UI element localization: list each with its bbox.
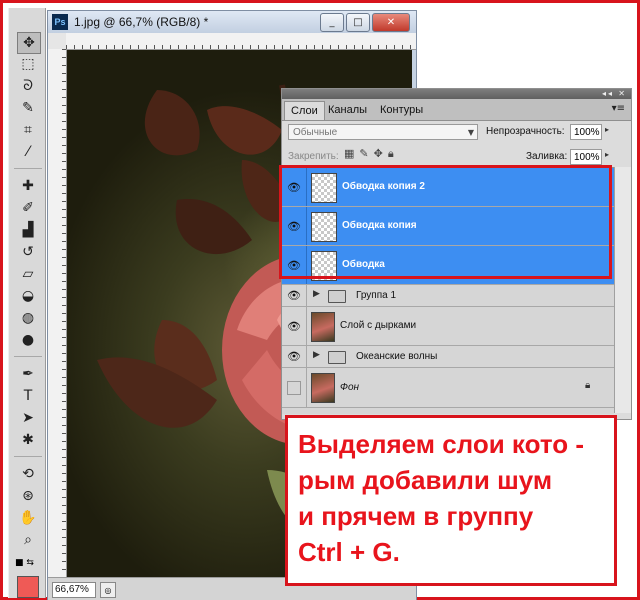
group-row[interactable]: 👁︎ ▶ Океанские волны (282, 346, 614, 368)
blur-tool-icon[interactable]: ◍ (17, 308, 39, 328)
annotation-box: Выделяем слои кото - рым добавили шум и … (285, 415, 617, 586)
panel-collapse-icon[interactable]: ◂◂ ✕ (602, 89, 627, 98)
opacity-field[interactable]: 100% (570, 124, 602, 140)
tools-separator (14, 456, 42, 457)
visibility-toggle-empty[interactable] (282, 368, 307, 407)
tab-layers[interactable]: Слои (284, 101, 325, 120)
fill-field[interactable]: 100% (570, 149, 602, 165)
move-tool-icon[interactable]: ✥ (17, 32, 41, 54)
shape-tool-icon[interactable]: ✱ (17, 430, 39, 450)
blend-mode-value: Обычные (293, 127, 338, 138)
group-name: Группа 1 (356, 290, 397, 301)
fill-slider-arrow-icon[interactable]: ▸ (605, 150, 609, 159)
path-selection-tool-icon[interactable]: ➤ (17, 408, 39, 428)
layer-name: Фон (340, 382, 360, 393)
brush-tool-icon[interactable]: ✐ (17, 198, 39, 218)
3d-orbit-tool-icon[interactable]: ⊛ (17, 486, 39, 506)
tools-panel: ✥ ⬚ ᘐ ✎ ⌗ ⁄ ✚ ✐ ▟ ↺ ▱ ◒ ◍ ● ✒ T ➤ ✱ ⟲ ⊛ … (8, 8, 46, 598)
eye-icon[interactable]: 👁︎ (282, 346, 307, 367)
panel-tabs: Слои Каналы Контуры ▾≡ (282, 99, 631, 121)
lock-pixels-icon[interactable]: ✎ (359, 147, 368, 161)
status-info-icon[interactable]: ◎ (100, 582, 116, 598)
panel-title-strip[interactable]: ◂◂ ✕ (282, 89, 631, 99)
spot-healing-tool-icon[interactable]: ✚ (17, 176, 39, 196)
annotation-line: и прячем в группу (298, 501, 534, 531)
lasso-tool-icon[interactable]: ᘐ (17, 76, 39, 96)
vertical-ruler[interactable] (48, 49, 67, 577)
marquee-tool-icon[interactable]: ⬚ (17, 54, 39, 74)
default-colors-icon[interactable]: ■ ⇆ (15, 558, 34, 568)
layer-row[interactable]: 👁︎ Слой с дырками (282, 307, 614, 346)
group-row[interactable]: 👁︎ ▶ Группа 1 (282, 285, 614, 307)
tab-paths[interactable]: Контуры (374, 101, 429, 119)
3d-rotate-tool-icon[interactable]: ⟲ (17, 464, 39, 484)
quick-selection-tool-icon[interactable]: ✎ (17, 98, 39, 118)
document-title-bar[interactable]: Ps 1.jpg @ 66,7% (RGB/8) * _ □ ✕ (48, 11, 416, 33)
tools-separator (14, 356, 42, 357)
zoom-tool-icon[interactable]: ⌕ (17, 530, 39, 550)
dodge-tool-icon[interactable]: ● (17, 330, 39, 350)
lock-position-icon[interactable]: ✥ (374, 147, 383, 161)
opacity-slider-arrow-icon[interactable]: ▸ (605, 125, 609, 134)
fill-label: Заливка: (526, 151, 568, 162)
close-button[interactable]: ✕ (372, 13, 410, 32)
eraser-tool-icon[interactable]: ▱ (17, 264, 39, 284)
lock-all-icon[interactable]: 🔒︎ (388, 147, 394, 161)
expand-arrow-icon[interactable]: ▶ (313, 289, 320, 299)
ruler-corner (48, 33, 67, 50)
layer-thumbnail (311, 373, 335, 403)
minimize-button[interactable]: _ (320, 13, 344, 32)
eye-icon[interactable]: 👁︎ (282, 307, 307, 345)
crop-tool-icon[interactable]: ⌗ (17, 120, 39, 140)
selected-layers-highlight (279, 165, 612, 279)
horizontal-ruler[interactable] (66, 33, 416, 50)
lock-label: Закрепить: (288, 151, 339, 162)
lock-icon: 🔒︎ (585, 380, 591, 391)
eyedropper-tool-icon[interactable]: ⁄ (17, 142, 39, 162)
clone-stamp-tool-icon[interactable]: ▟ (17, 220, 39, 240)
foreground-color-swatch[interactable] (17, 576, 39, 598)
chevron-down-icon: ▼ (467, 128, 474, 137)
eye-icon[interactable]: 👁︎ (282, 285, 307, 306)
hand-tool-icon[interactable]: ✋ (17, 508, 39, 528)
layer-thumbnail (311, 312, 335, 342)
panel-menu-icon[interactable]: ▾≡ (612, 103, 625, 114)
layers-scrollbar[interactable] (614, 167, 631, 413)
layer-row[interactable]: Фон 🔒︎ (282, 368, 614, 408)
annotation-line: Выделяем слои кото - (298, 429, 584, 459)
tools-separator (14, 168, 42, 169)
layer-name: Слой с дырками (340, 320, 417, 331)
history-brush-tool-icon[interactable]: ↺ (17, 242, 39, 262)
annotation-line: рым добавили шум (298, 465, 553, 495)
blend-mode-select[interactable]: Обычные ▼ (288, 124, 478, 140)
group-name: Океанские волны (356, 351, 438, 362)
folder-icon (328, 351, 346, 364)
paint-bucket-tool-icon[interactable]: ◒ (17, 286, 39, 306)
document-title: 1.jpg @ 66,7% (RGB/8) * (74, 15, 209, 29)
annotation-line: Ctrl + G. (298, 537, 400, 567)
pen-tool-icon[interactable]: ✒ (17, 364, 39, 384)
maximize-button[interactable]: □ (346, 13, 370, 32)
type-tool-icon[interactable]: T (17, 386, 39, 406)
folder-icon (328, 290, 346, 303)
tab-channels[interactable]: Каналы (322, 101, 373, 119)
expand-arrow-icon[interactable]: ▶ (313, 350, 320, 360)
opacity-label: Непрозрачность: (486, 126, 565, 137)
lock-transparency-icon[interactable]: ▦ (344, 147, 354, 161)
zoom-level-field[interactable]: 66,67% (52, 582, 96, 598)
photoshop-logo-icon: Ps (52, 14, 68, 30)
lock-options: ▦ ✎ ✥ 🔒︎ (344, 147, 394, 161)
